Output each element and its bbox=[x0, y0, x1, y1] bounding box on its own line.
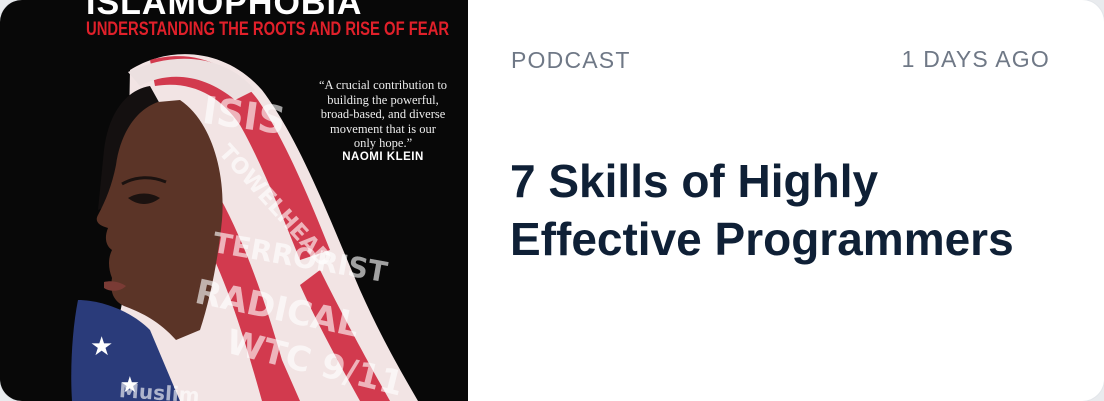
cover-book-subtitle: UNDERSTANDING THE ROOTS AND RISE OF FEAR bbox=[86, 19, 450, 40]
category-label: PODCAST bbox=[511, 47, 631, 73]
cover-blurb-author: NAOMI KLEIN bbox=[342, 151, 424, 163]
card-content: PODCAST 1 DAYS AGO 7 Skills of Highly Ef… bbox=[468, 0, 1104, 401]
cover-image: ★ ★ ISIS TOWELHEAD TERRORIST RADICAL WTC… bbox=[0, 0, 468, 401]
podcast-title-link[interactable]: 7 Skills of Highly Effective Programmers bbox=[510, 152, 1070, 268]
star-icon: ★ bbox=[90, 332, 113, 362]
podcast-card[interactable]: ★ ★ ISIS TOWELHEAD TERRORIST RADICAL WTC… bbox=[0, 0, 1104, 401]
timestamp-label: 1 DAYS AGO bbox=[901, 46, 1050, 72]
cover-blurb-quote: “A crucial contribution to building the … bbox=[318, 78, 448, 150]
